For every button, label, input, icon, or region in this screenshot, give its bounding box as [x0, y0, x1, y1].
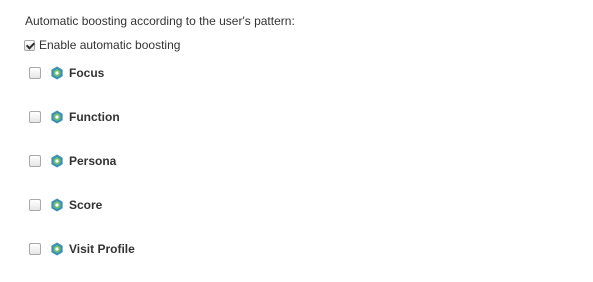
facet-label: Score [69, 198, 103, 212]
facet-item-persona[interactable]: Persona [29, 150, 429, 172]
facet-item-focus[interactable]: Focus [29, 62, 429, 84]
facet-hexagon-icon [51, 110, 63, 124]
facet-hexagon-icon [51, 154, 63, 168]
facet-item-visit-profile[interactable]: Visit Profile [29, 238, 429, 260]
facet-hexagon-icon [51, 242, 63, 256]
enable-automatic-boosting-label[interactable]: Enable automatic boosting [39, 38, 180, 52]
facet-checkbox[interactable] [29, 111, 41, 123]
facet-label: Visit Profile [69, 242, 135, 256]
facet-label: Focus [69, 66, 105, 80]
enable-automatic-boosting-option[interactable]: Enable automatic boosting [24, 37, 180, 53]
facet-hexagon-icon [51, 198, 63, 212]
facet-item-score[interactable]: Score [29, 194, 429, 216]
facet-checkbox[interactable] [29, 155, 41, 167]
facet-checkbox[interactable] [29, 199, 41, 211]
facet-list: Focus Function Persona Score Visit Profi… [29, 62, 429, 282]
facet-label: Function [69, 110, 120, 124]
section-heading: Automatic boosting according to the user… [25, 14, 295, 28]
facet-label: Persona [69, 154, 117, 168]
facet-item-function[interactable]: Function [29, 106, 429, 128]
enable-automatic-boosting-checkbox[interactable] [24, 39, 35, 51]
facet-checkbox[interactable] [29, 67, 41, 79]
facet-checkbox[interactable] [29, 243, 41, 255]
facet-hexagon-icon [51, 66, 63, 80]
